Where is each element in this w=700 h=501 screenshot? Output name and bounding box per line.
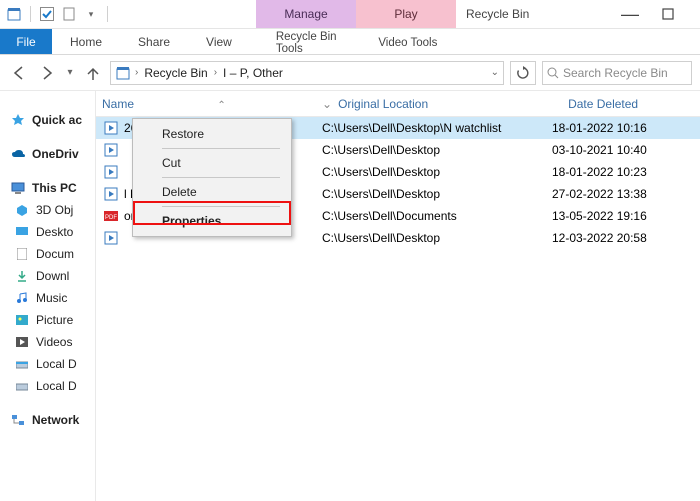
video-file-icon <box>102 186 120 202</box>
video-file-icon <box>102 164 120 180</box>
sidebar-item-local-disk[interactable]: Local D <box>0 353 95 375</box>
sidebar-item-videos[interactable]: Videos <box>0 331 95 353</box>
forward-button[interactable] <box>36 62 58 84</box>
ribbon-tabs: File Home Share View Recycle Bin Tools V… <box>0 29 700 55</box>
file-date: 13-05-2022 19:16 <box>552 209 700 223</box>
breadcrumb-sub[interactable]: I – P, Other <box>221 66 285 80</box>
contextual-tabs: Manage Play <box>256 0 456 28</box>
cloud-icon <box>10 146 26 162</box>
sidebar-item-local-disk[interactable]: Local D <box>0 375 95 397</box>
drive-icon <box>14 356 30 372</box>
address-bar[interactable]: › Recycle Bin › I – P, Other ⌄ <box>110 61 504 85</box>
sidebar-network[interactable]: Network <box>0 409 95 431</box>
video-file-icon <box>102 120 120 136</box>
qat-separator <box>30 6 31 22</box>
column-location[interactable]: Original Location <box>338 97 568 111</box>
maximize-button[interactable] <box>662 8 690 20</box>
cm-restore[interactable]: Restore <box>136 122 288 146</box>
tab-home[interactable]: Home <box>52 29 120 54</box>
svg-text:PDF: PDF <box>105 215 117 221</box>
recycle-bin-icon <box>6 6 22 22</box>
cm-properties[interactable]: Properties <box>136 209 288 233</box>
file-date: 18-01-2022 10:23 <box>552 165 700 179</box>
music-icon <box>14 290 30 306</box>
chevron-down-icon[interactable]: ⌄ <box>491 67 499 78</box>
cm-cut[interactable]: Cut <box>136 151 288 175</box>
download-icon <box>14 268 30 284</box>
chevron-down-icon[interactable]: ⌄ <box>322 97 332 111</box>
sidebar-item-downloads[interactable]: Downl <box>0 265 95 287</box>
file-location: C:\Users\Dell\Desktop <box>322 187 552 201</box>
star-icon <box>10 112 26 128</box>
sidebar-item-documents[interactable]: Docum <box>0 243 95 265</box>
up-button[interactable] <box>82 62 104 84</box>
navigation-pane: Quick ac OneDriv This PC 3D Obj Deskto D… <box>0 91 96 501</box>
cm-separator <box>162 206 280 207</box>
recycle-bin-icon <box>115 65 131 81</box>
desktop-icon <box>14 224 30 240</box>
tab-view[interactable]: View <box>188 29 250 54</box>
drive-icon <box>14 378 30 394</box>
sidebar-onedrive[interactable]: OneDriv <box>0 143 95 165</box>
column-name[interactable]: Name ⌃ <box>102 97 322 111</box>
cm-delete[interactable]: Delete <box>136 180 288 204</box>
cube-icon <box>14 202 30 218</box>
file-location: C:\Users\Dell\Desktop <box>322 143 552 157</box>
video-file-icon <box>102 230 120 246</box>
checkbox-icon[interactable] <box>39 6 55 22</box>
qat-separator <box>107 6 108 22</box>
dropdown-icon[interactable]: ▾ <box>83 6 99 22</box>
sidebar-this-pc[interactable]: This PC <box>0 177 95 199</box>
breadcrumb-root[interactable]: Recycle Bin <box>142 66 209 80</box>
contextual-tab-manage[interactable]: Manage <box>256 0 356 28</box>
recent-dropdown-icon[interactable]: ▾ <box>64 62 76 84</box>
doc-icon <box>14 246 30 262</box>
sidebar-quick-access[interactable]: Quick ac <box>0 109 95 131</box>
video-icon <box>14 334 30 350</box>
subtab-recycle-bin-tools[interactable]: Recycle Bin Tools <box>258 29 358 54</box>
search-icon <box>547 67 559 79</box>
search-placeholder: Search Recycle Bin <box>563 66 668 80</box>
cm-separator <box>162 148 280 149</box>
tab-file[interactable]: File <box>0 29 52 54</box>
file-location: C:\Users\Dell\Desktop <box>322 165 552 179</box>
sidebar-item-pictures[interactable]: Picture <box>0 309 95 331</box>
file-date: 18-01-2022 10:16 <box>552 121 700 135</box>
video-file-icon <box>102 142 120 158</box>
file-date: 03-10-2021 10:40 <box>552 143 700 157</box>
file-date: 12-03-2022 20:58 <box>552 231 700 245</box>
sort-indicator-icon: ⌃ <box>217 100 225 111</box>
file-location: C:\Users\Dell\Desktop\N watchlist <box>322 121 552 135</box>
sidebar-item-desktop[interactable]: Deskto <box>0 221 95 243</box>
main-area: Quick ac OneDriv This PC 3D Obj Deskto D… <box>0 91 700 501</box>
navigation-bar: ▾ › Recycle Bin › I – P, Other ⌄ Search … <box>0 55 700 91</box>
subtab-video-tools[interactable]: Video Tools <box>358 29 458 54</box>
file-location: C:\Users\Dell\Documents <box>322 209 552 223</box>
tab-share[interactable]: Share <box>120 29 188 54</box>
file-location: C:\Users\Dell\Desktop <box>322 231 552 245</box>
picture-icon <box>14 312 30 328</box>
window-title: Recycle Bin <box>456 0 616 28</box>
column-headers: Name ⌃ ⌄ Original Location Date Deleted <box>96 91 700 117</box>
search-box[interactable]: Search Recycle Bin <box>542 61 692 85</box>
column-date[interactable]: Date Deleted <box>568 97 700 111</box>
sidebar-item-3d[interactable]: 3D Obj <box>0 199 95 221</box>
chevron-right-icon[interactable]: › <box>135 67 138 78</box>
file-icon[interactable] <box>61 6 77 22</box>
back-button[interactable] <box>8 62 30 84</box>
cm-separator <box>162 177 280 178</box>
window-controls: — <box>616 0 700 28</box>
contextual-tab-play[interactable]: Play <box>356 0 456 28</box>
refresh-button[interactable] <box>510 61 536 85</box>
title-bar: ▾ Manage Play Recycle Bin — <box>0 0 700 29</box>
sidebar-item-music[interactable]: Music <box>0 287 95 309</box>
network-icon <box>10 412 26 428</box>
context-menu: Restore Cut Delete Properties <box>132 118 292 237</box>
pc-icon <box>10 180 26 196</box>
quick-access-toolbar: ▾ <box>0 0 116 28</box>
minimize-button[interactable]: — <box>616 9 644 19</box>
pdf-icon: PDF <box>102 208 120 224</box>
file-date: 27-02-2022 13:38 <box>552 187 700 201</box>
chevron-right-icon[interactable]: › <box>214 67 217 78</box>
